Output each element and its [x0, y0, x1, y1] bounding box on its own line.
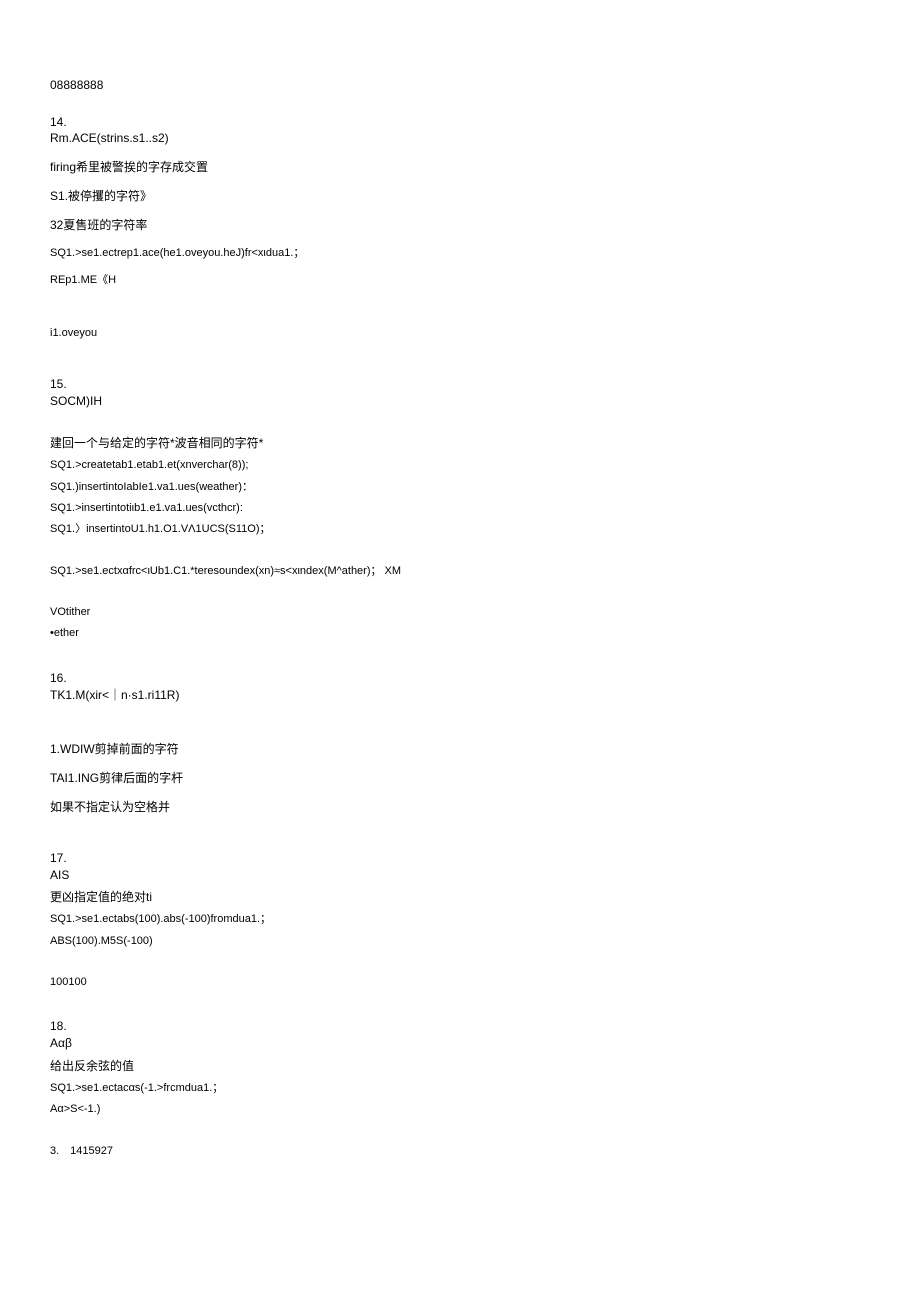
text: SQ1.>se1.ectrep1.ace(he1.oveyou.heJ)fr<x… — [50, 246, 810, 261]
text: SQ1.>se1.ectabs(100).abs(-100)fromdua1.； — [50, 912, 810, 927]
text: 100100 — [50, 975, 810, 990]
text: VOtither — [50, 605, 810, 620]
text: SQ1.>se1.ectxαfrc<ιUb1.C1.*teresoundex(x… — [50, 564, 810, 579]
item-14-title: Rm.ACE(strins.s1..s2) — [50, 130, 810, 147]
item-17-num: 17. — [50, 850, 90, 867]
text: 3. 1415927 — [50, 1144, 810, 1159]
text: SQ1.〉insertintoU1.h1.O1.VΛ1UCS(S11O)； — [50, 522, 810, 537]
text: 1.WDIW剪掉前面的字符 — [50, 741, 810, 758]
item-16-body: TK1.M(xir<｜n·s1.ri11R) 1.WDIW剪掉前面的字符 TAI… — [50, 687, 810, 828]
item-16-num: 16. — [50, 670, 90, 687]
item-18-body: Aαβ 给出反余弦的值 SQ1.>se1.ectacαs(-1.>frcmdua… — [50, 1035, 810, 1165]
text: i1.oveyou — [50, 326, 810, 341]
text: SQ1.)insertintoIabIe1.va1.ues(weather)： — [50, 480, 810, 495]
text: 如果不指定认为空格并 — [50, 799, 810, 816]
item-18-num: 18. — [50, 1018, 90, 1035]
text: 08888888 — [50, 77, 810, 94]
text: 更凶指定值的绝对ti — [50, 889, 810, 906]
document-page: 08888888 14. Rm.ACE(strins.s1..s2) firin… — [0, 0, 920, 1301]
line-0: 08888888 — [50, 77, 810, 106]
text: S1.被停攫的字符》 — [50, 188, 810, 205]
text: REp1.ME《H — [50, 273, 810, 288]
text: •ether — [50, 626, 810, 641]
text: 32夏售班的字符率 — [50, 217, 810, 234]
item-17-title: AIS — [50, 867, 810, 884]
item-15-title: SOCM)IH — [50, 393, 810, 410]
text: Aα>S<-1.) — [50, 1102, 810, 1117]
item-14-num: 14. — [50, 114, 90, 131]
text: firing希里被警挨的字存成交置 — [50, 159, 810, 176]
text: ABS(100).M5S(-100) — [50, 934, 810, 949]
item-14-body: Rm.ACE(strins.s1..s2) firing希里被警挨的字存成交置 … — [50, 130, 810, 353]
item-15-num: 15. — [50, 376, 90, 393]
text: 给出反余弦的值 — [50, 1058, 810, 1075]
item-15-body: SOCM)IH 建回一个与给定的字符*波音相同的字符* SQ1.>createt… — [50, 393, 810, 648]
text: SQ1.>createtab1.etab1.et(xnverchar(8)); — [50, 458, 810, 473]
item-18-title: Aαβ — [50, 1035, 810, 1052]
text: 建回一个与给定的字符*波音相同的字符* — [50, 435, 810, 452]
text: SQ1.>se1.ectacαs(-1.>frcmdua1.； — [50, 1081, 810, 1096]
text: TAI1.ING剪律后面的字杆 — [50, 770, 810, 787]
text: SQ1.>insertintotiιb1.e1.va1.ues(vcthcr): — [50, 501, 810, 516]
item-17-body: AIS 更凶指定值的绝对ti SQ1.>se1.ectabs(100).abs(… — [50, 867, 810, 997]
item-16-title: TK1.M(xir<｜n·s1.ri11R) — [50, 687, 810, 704]
